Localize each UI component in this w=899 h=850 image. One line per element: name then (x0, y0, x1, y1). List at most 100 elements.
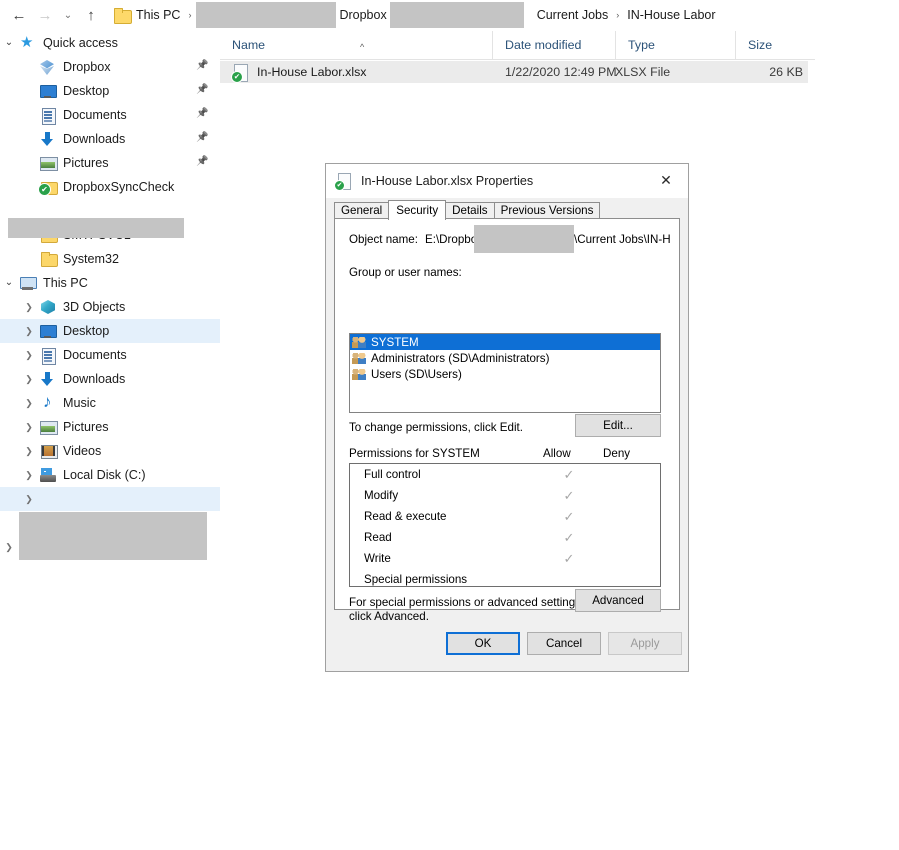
dialog-title: In-House Labor.xlsx Properties (361, 174, 533, 188)
folder-icon (38, 251, 58, 267)
chevron-right-icon[interactable]: ❯ (20, 439, 38, 463)
user-name: Administrators (SD\Administrators) (371, 352, 549, 365)
object-name-value-suffix: \Current Jobs\IN-H (574, 233, 671, 246)
tab-previous-versions[interactable]: Previous Versions (494, 202, 601, 219)
sidebar-item-3d-objects[interactable]: ❯ 3D Objects (0, 295, 220, 319)
dialog-tab-strip[interactable]: General Security Details Previous Versio… (334, 200, 680, 219)
this-pc-icon (18, 275, 38, 291)
downloads-icon (38, 131, 58, 147)
permission-row[interactable]: Read & execute✓ (350, 506, 660, 527)
folder-sync-icon (38, 179, 58, 195)
breadcrumb-item-current-jobs[interactable]: Current Jobs (534, 8, 612, 22)
breadcrumb-item-this-pc[interactable]: This PC (133, 8, 183, 22)
edit-button[interactable]: Edit... (575, 414, 661, 437)
pin-icon[interactable]: 📌 (196, 156, 208, 168)
sidebar-item-documents[interactable]: ❯ Documents (0, 343, 220, 367)
sidebar-item-label: Desktop (63, 84, 109, 98)
sidebar-item-label: Documents (63, 348, 127, 362)
pin-icon[interactable]: 📌 (196, 60, 208, 72)
sidebar-item-downloads[interactable]: ❯Downloads (0, 367, 220, 391)
permission-name: Read (364, 527, 392, 548)
list-item[interactable]: Administrators (SD\Administrators) (350, 350, 660, 366)
sidebar-item-pictures[interactable]: Pictures📌 (0, 151, 220, 175)
allow-checkmark-icon: ✓ (561, 527, 577, 548)
chevron-right-icon[interactable]: ❯ (20, 343, 38, 367)
file-type: XLSX File (615, 65, 670, 79)
sidebar-item-label: Documents (63, 108, 127, 122)
breadcrumb-redaction-1 (196, 2, 336, 28)
permissions-listbox[interactable]: Full control✓Modify✓Read & execute✓Read✓… (349, 463, 661, 587)
sidebar-item-dropboxsynccheck[interactable]: DropboxSyncCheck (0, 175, 220, 199)
column-header-name[interactable]: Name ^ (220, 31, 492, 59)
group-user-listbox[interactable]: SYSTEM Administrators (SD\Administrators)… (349, 333, 661, 413)
permission-row[interactable]: Modify ✓ (350, 485, 660, 506)
sidebar-item-quick-access[interactable]: ⌄ Quick access (0, 31, 220, 55)
sidebar-item-dropbox[interactable]: Dropbox📌 (0, 55, 220, 79)
chevron-down-icon[interactable]: ⌄ (58, 3, 78, 29)
pin-icon[interactable]: 📌 (196, 84, 208, 96)
tab-general[interactable]: General (334, 202, 389, 219)
sidebar-item-videos[interactable]: ❯Videos (0, 439, 220, 463)
column-header-size[interactable]: Size (735, 31, 815, 59)
advanced-hint-line1: For special permissions or advanced sett… (349, 596, 584, 609)
permission-row[interactable]: Read ✓ (350, 527, 660, 548)
forward-arrow-icon[interactable]: → (32, 3, 58, 29)
pin-icon[interactable]: 📌 (196, 108, 208, 120)
desktop-icon (38, 323, 58, 339)
breadcrumb-item-in-house-labor[interactable]: IN-House Labor (624, 8, 718, 22)
chevron-right-icon[interactable]: ❯ (0, 535, 18, 559)
permission-row[interactable]: Special permissions (350, 569, 660, 590)
tab-security[interactable]: Security (388, 200, 446, 220)
allow-checkmark-icon: ✓ (561, 485, 577, 506)
navigation-pane[interactable]: ⌄Quick accessDropbox📌Desktop📌Documents📌D… (0, 31, 220, 850)
sidebar-item-local-disk-c[interactable]: ❯Local Disk (C:) (0, 463, 220, 487)
sidebar-item-documents[interactable]: Documents 📌 (0, 103, 220, 127)
cancel-button[interactable]: Cancel (527, 632, 601, 655)
allow-checkmark-icon: ✓ (561, 464, 577, 485)
documents-icon (38, 347, 58, 363)
dialog-title-bar[interactable]: In-House Labor.xlsx Properties ✕ (326, 164, 688, 198)
up-arrow-icon[interactable]: ↑ (78, 3, 104, 29)
sidebar-item-desktop[interactable]: Desktop 📌 (0, 79, 220, 103)
sidebar-item-this-pc[interactable]: ⌄This PC (0, 271, 220, 295)
back-arrow-icon[interactable]: ← (6, 3, 32, 29)
chevron-down-icon[interactable]: ⌄ (0, 271, 18, 295)
breadcrumb-item-dropbox[interactable]: Dropbox (336, 8, 389, 22)
advanced-button[interactable]: Advanced (575, 589, 661, 612)
breadcrumb[interactable]: This PC › Dropbox Current Jobs › IN-Hous… (108, 2, 899, 28)
column-header-date-modified[interactable]: Date modified (492, 31, 615, 59)
chevron-right-icon[interactable]: ❯ (20, 391, 38, 415)
chevron-right-icon[interactable]: ❯ (20, 463, 38, 487)
chevron-down-icon[interactable]: ⌄ (0, 31, 18, 55)
chevron-right-icon[interactable]: ❯ (20, 319, 38, 343)
pin-icon[interactable]: 📌 (196, 132, 208, 144)
chevron-right-icon[interactable]: ❯ (20, 367, 38, 391)
chevron-right-icon[interactable]: ❯ (20, 295, 38, 319)
users-group-icon (352, 336, 367, 349)
sidebar-item-system32[interactable]: System32 (0, 247, 220, 271)
sidebar-item-label: Desktop (63, 324, 109, 338)
sidebar-item-label: Quick access (43, 36, 118, 50)
sidebar-item-desktop[interactable]: ❯ Desktop (0, 319, 220, 343)
users-group-icon (352, 352, 367, 365)
tab-details[interactable]: Details (445, 202, 494, 219)
permission-name: Full control (364, 464, 421, 485)
table-row[interactable]: In-House Labor.xlsx 1/22/2020 12:49 PM X… (220, 61, 808, 83)
file-date-modified: 1/22/2020 12:49 PM (505, 65, 617, 79)
sidebar-item-downloads[interactable]: Downloads📌 (0, 127, 220, 151)
object-name-redaction (474, 225, 574, 253)
sidebar-item-music[interactable]: ❯Music (0, 391, 220, 415)
chevron-right-icon[interactable]: ❯ (20, 487, 38, 511)
ok-button[interactable]: OK (446, 632, 520, 655)
list-item[interactable]: SYSTEM (350, 334, 660, 350)
chevron-right-icon[interactable]: ❯ (20, 415, 38, 439)
sidebar-item-pictures[interactable]: ❯Pictures (0, 415, 220, 439)
list-item[interactable]: Users (SD\Users) (350, 366, 660, 382)
permission-row[interactable]: Full control ✓ (350, 464, 660, 485)
permission-name: Modify (364, 485, 398, 506)
sidebar-item-redacted-19[interactable]: ❯ (0, 487, 220, 511)
close-icon[interactable]: ✕ (644, 164, 688, 197)
sidebar-item-label: 3D Objects (63, 300, 125, 314)
permission-row[interactable]: Write✓ (350, 548, 660, 569)
column-header-type[interactable]: Type (615, 31, 735, 59)
